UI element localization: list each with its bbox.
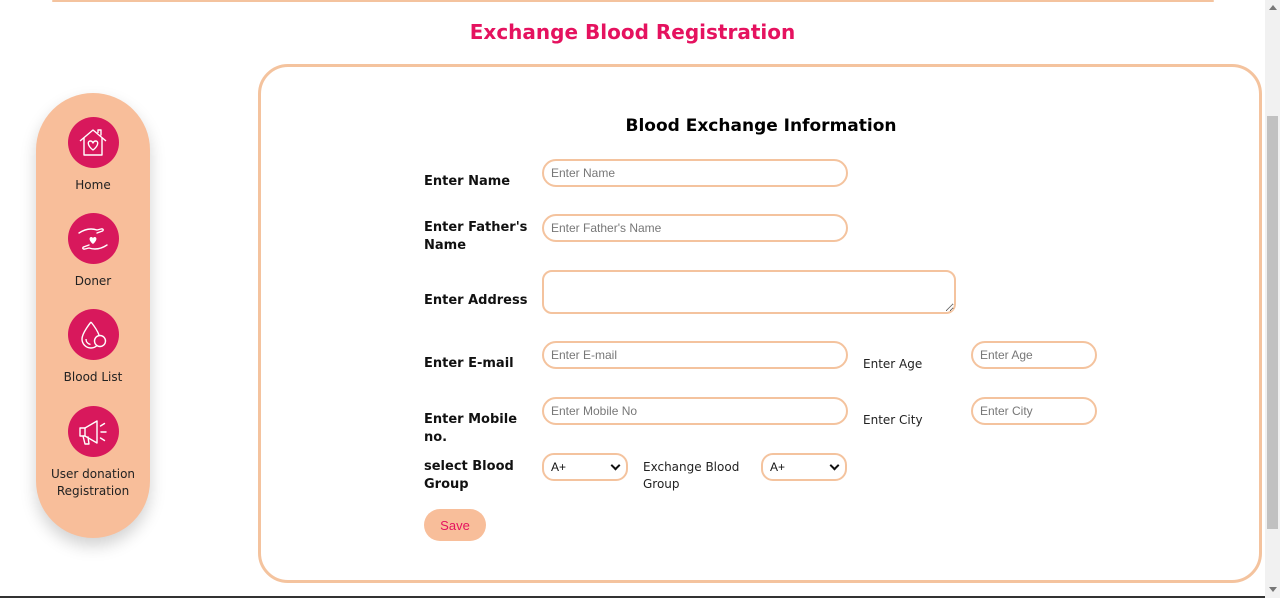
sidebar-item-label: User donation Registration [50, 467, 136, 498]
mobile-label: Enter Mobile no. [424, 412, 518, 445]
age-input[interactable] [971, 341, 1097, 369]
age-label: Enter Age [863, 357, 923, 371]
father-name-input[interactable] [542, 214, 848, 242]
blood-group-select[interactable]: A+ [542, 453, 628, 481]
sidebar-item-blood-list[interactable]: Blood List [36, 309, 150, 386]
sidebar-item-label: Doner [74, 274, 112, 288]
blood-drop-icon [67, 309, 119, 360]
email-input[interactable] [542, 341, 848, 369]
scroll-down-icon[interactable] [1269, 587, 1277, 592]
top-divider [52, 0, 1214, 2]
sidebar: Home Doner Blood List User donation Regi… [36, 93, 150, 538]
city-label: Enter City [863, 413, 923, 427]
sidebar-item-user-donation-registration[interactable]: User donation Registration [36, 406, 150, 500]
home-heart-icon [67, 117, 119, 168]
name-label: Enter Name [424, 174, 511, 189]
address-textarea[interactable] [542, 270, 956, 314]
scrollbar[interactable] [1265, 0, 1280, 598]
exchange-blood-group-value: A+ [770, 460, 786, 474]
sidebar-item-label: Home [75, 178, 111, 192]
email-label: Enter E-mail [424, 356, 514, 371]
blood-group-value: A+ [551, 460, 567, 474]
mobile-input[interactable] [542, 397, 848, 425]
chevron-down-icon [829, 460, 840, 470]
address-label: Enter Address [424, 293, 528, 308]
father-name-label: Enter Father's Name [424, 220, 528, 253]
form-heading: Blood Exchange Information [625, 116, 897, 136]
sidebar-item-label: Blood List [63, 370, 123, 384]
chevron-down-icon [610, 460, 621, 470]
city-input[interactable] [971, 397, 1097, 425]
blood-group-label: select Blood Group [424, 459, 514, 492]
scroll-up-icon[interactable] [1269, 5, 1277, 10]
sidebar-item-home[interactable]: Home [36, 117, 150, 194]
megaphone-icon [67, 406, 119, 457]
hand-heart-icon [67, 213, 119, 264]
save-button[interactable]: Save [424, 509, 486, 541]
scroll-thumb[interactable] [1267, 116, 1278, 529]
name-input[interactable] [542, 159, 848, 187]
exchange-blood-group-select[interactable]: A+ [761, 453, 847, 481]
exchange-blood-group-label: Exchange Blood Group [643, 460, 740, 491]
sidebar-item-doner[interactable]: Doner [36, 213, 150, 290]
page-title: Exchange Blood Registration [469, 20, 796, 44]
blood-exchange-form: Blood Exchange Information Enter Name En… [258, 64, 1262, 583]
